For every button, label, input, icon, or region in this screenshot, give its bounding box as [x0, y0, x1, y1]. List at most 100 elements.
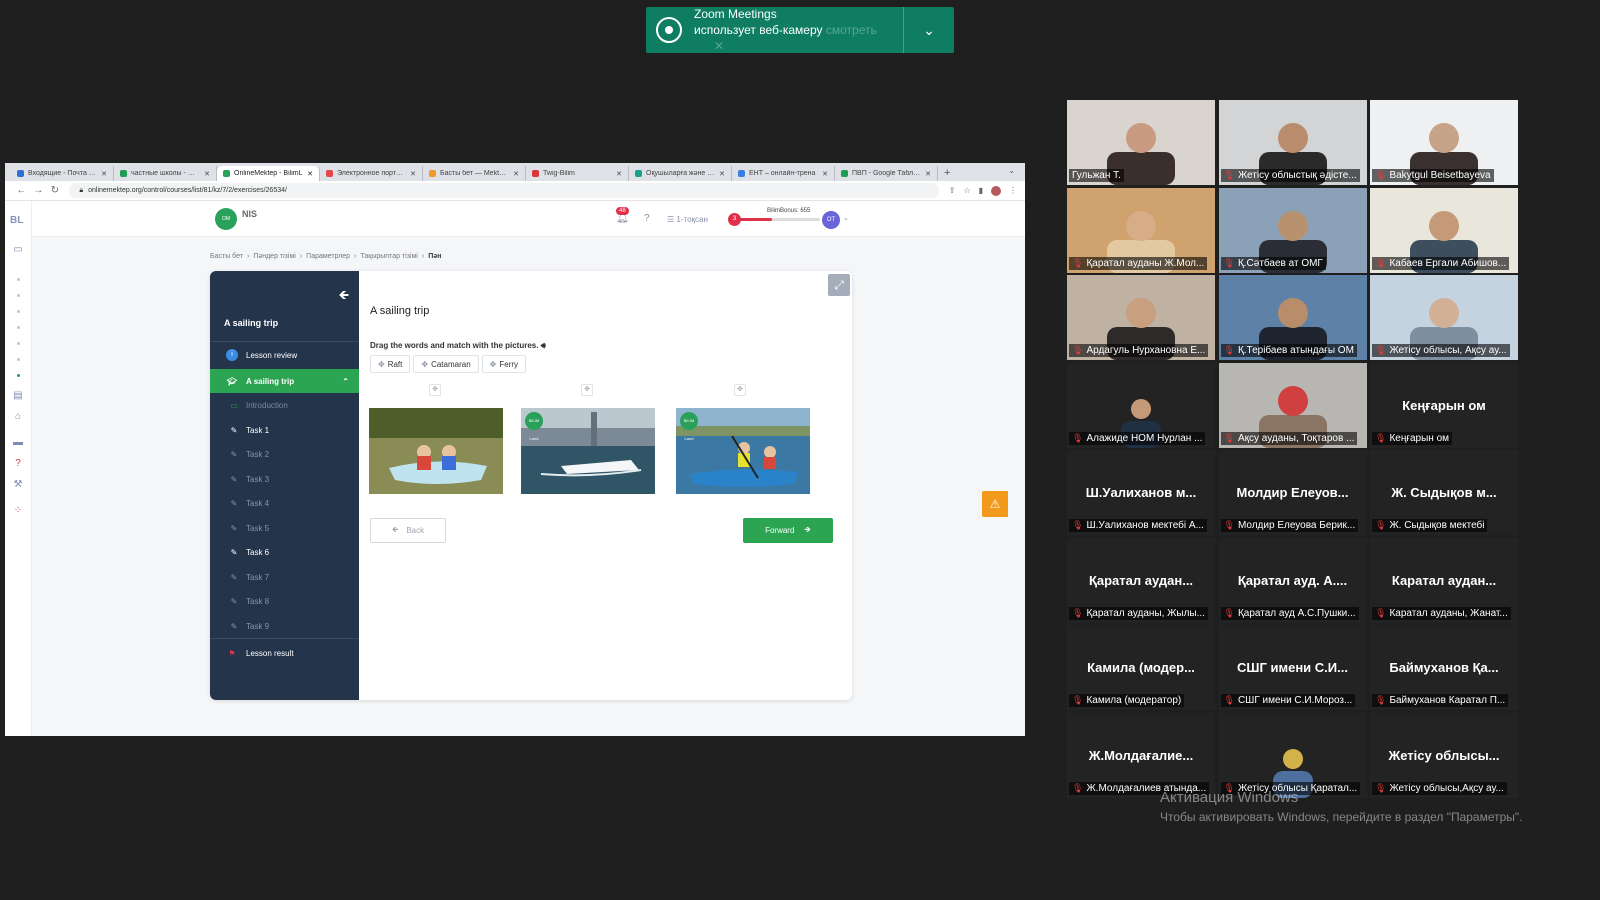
- participant-tile[interactable]: Қаратал аудан... 🎙︎ Қаратал ауданы, Жылы..…: [1067, 537, 1215, 623]
- browser-tab[interactable]: Басты бет — Mektep.k ✕: [423, 166, 526, 181]
- back-arrow-icon[interactable]: 🡸: [338, 286, 349, 308]
- draggable-word[interactable]: ✥ Ferry: [481, 355, 527, 373]
- share-icon[interactable]: ⇪: [949, 186, 956, 195]
- tools-icon[interactable]: ⚒: [12, 480, 24, 490]
- quarter-label: 1-тоқсан: [676, 215, 708, 224]
- participant-display-name: СШГ имени С.И...: [1237, 660, 1348, 675]
- warning-icon[interactable]: ⚠: [982, 491, 1008, 517]
- sidebar-item-task[interactable]: ✎ Task 8: [210, 590, 359, 614]
- participant-tile[interactable]: 🎙︎ Bakytgul Beisetbayeva: [1370, 100, 1518, 185]
- tab-close-icon[interactable]: ✕: [204, 170, 210, 178]
- forward-button[interactable]: Forward 🡺: [743, 518, 833, 543]
- forward-arrow-icon[interactable]: →: [30, 185, 47, 196]
- participant-tile[interactable]: Камила (модер... 🎙︎ Камила (модератор): [1067, 625, 1215, 710]
- reload-icon[interactable]: ↻: [47, 185, 64, 196]
- browser-tab[interactable]: OnlineMektep - BilimL ✕: [217, 166, 320, 181]
- fullscreen-icon[interactable]: ⤢: [828, 274, 850, 296]
- browser-tab[interactable]: Электронное портфолио ✕: [320, 166, 423, 181]
- browser-tab[interactable]: ЕНТ – онлайн-трена ✕: [732, 166, 835, 181]
- participant-tile[interactable]: 🎙︎ Ақсу ауданы, Тоқтаров ...: [1218, 362, 1367, 448]
- sidebar-item-task[interactable]: ✎ Task 3: [210, 467, 359, 491]
- draggable-word[interactable]: ✥ Catamaran: [413, 355, 479, 373]
- participant-tile[interactable]: Жетісу облысы... 🎙︎ Жетісу облысы,Ақсу ау.…: [1370, 712, 1518, 798]
- chevron-down-icon[interactable]: ⌄: [904, 22, 954, 39]
- breadcrumb-item[interactable]: Пәндер тізімі: [253, 253, 296, 260]
- apps-icon[interactable]: ⁘: [12, 506, 24, 516]
- webcam-notification[interactable]: Zoom Meetings использует веб-камеру смот…: [646, 7, 954, 53]
- tab-close-icon[interactable]: ✕: [719, 170, 725, 178]
- participant-tile[interactable]: 🎙︎ Кабаев Ергали Абишов...: [1370, 187, 1518, 273]
- monitor-icon[interactable]: ▭: [12, 245, 24, 255]
- browser-tab[interactable]: ПВП - Google Таблицы ✕: [835, 166, 938, 181]
- help-icon[interactable]: ?: [12, 459, 24, 469]
- participant-tile[interactable]: Қаратал ауд. А.... 🎙︎ Қаратал ауд А.С.Пушк…: [1218, 537, 1367, 623]
- participant-tile[interactable]: Ж. Сыдықов м... 🎙︎ Ж. Сыдықов мектебі: [1370, 450, 1518, 535]
- breadcrumb-item[interactable]: Тақырыптар тізімі: [360, 253, 417, 260]
- browser-tab[interactable]: Twig-Bilim ✕: [526, 166, 629, 181]
- menu-kebab-icon[interactable]: ⋮: [1009, 186, 1017, 195]
- sidebar-item-task[interactable]: ✎ Task 2: [210, 443, 359, 467]
- sidebar-item-task[interactable]: ✎ Task 6: [210, 541, 359, 565]
- report-icon[interactable]: ▤: [12, 391, 24, 401]
- participant-tile[interactable]: 🎙︎ Қаратал ауданы Ж.Мол...: [1067, 187, 1215, 273]
- sidebar-item-task[interactable]: ✎ Task 5: [210, 516, 359, 540]
- drop-target-3[interactable]: ✥: [734, 384, 746, 396]
- participant-tile[interactable]: Каратал аудан... 🎙︎ Каратал ауданы, Жанат.…: [1370, 537, 1518, 623]
- browser-tab[interactable]: Входящие - Почта Mail ✕: [11, 166, 114, 181]
- participant-tile[interactable]: Баймуханов Қа... 🎙︎ Баймуханов Каратал П..…: [1370, 625, 1518, 710]
- sidebar-item-task[interactable]: ✎ Task 1: [210, 418, 359, 442]
- participant-tile[interactable]: Ш.Уалиханов м... 🎙︎ Ш.Уалиханов мектебі А.…: [1067, 450, 1215, 535]
- tab-close-icon[interactable]: ✕: [101, 170, 107, 178]
- participant-tile[interactable]: Гульжан Т.: [1067, 100, 1215, 185]
- participant-tile[interactable]: Ж.Молдағалие... 🎙︎ Ж.Молдағалиев атында...: [1067, 712, 1215, 798]
- breadcrumb-item[interactable]: Басты бет: [210, 253, 243, 260]
- sidebar-item-task[interactable]: ✎ Task 4: [210, 492, 359, 516]
- participant-tile[interactable]: 🎙︎ Жетісу облысы Қаратал...: [1218, 712, 1367, 798]
- participant-tile[interactable]: 🎙︎ Қ.Сәтбаев ат ОМГ: [1218, 187, 1367, 273]
- star-icon[interactable]: ☆: [963, 186, 970, 195]
- participant-tile[interactable]: 🎙︎ Қ.Терібаев атындағы ОМ: [1218, 275, 1367, 360]
- tab-close-icon[interactable]: ✕: [822, 170, 828, 178]
- sidebar-section-sailing-trip[interactable]: 🎓︎ A sailing trip ⌃: [210, 369, 359, 393]
- tab-search-icon[interactable]: ⌄: [1008, 166, 1015, 175]
- participant-tile[interactable]: 🎙︎ Алажиде НОМ Нурлан ...: [1067, 362, 1215, 448]
- chevron-down-icon[interactable]: ⌄: [843, 214, 849, 222]
- participant-tile[interactable]: 🎙︎ Жетісу облысы, Ақсу ау...: [1370, 275, 1518, 360]
- sidebar-item-task[interactable]: ✎ Task 9: [210, 614, 359, 638]
- speaker-icon[interactable]: 🔊︎: [541, 341, 546, 350]
- tab-close-icon[interactable]: ✕: [410, 170, 416, 178]
- tab-close-icon[interactable]: ✕: [925, 170, 931, 178]
- url-input[interactable]: 🔒︎ onlinemektep.org/control/courses/list…: [69, 183, 939, 198]
- participant-tile[interactable]: Молдир Елеуов... 🎙︎ Молдир Елеуова Берик..…: [1218, 450, 1367, 535]
- card-icon[interactable]: ▬: [12, 438, 24, 448]
- breadcrumb-item[interactable]: Параметрлер: [306, 253, 350, 260]
- participant-name: Bakytgul Beisetbayeva: [1389, 170, 1491, 181]
- sidebar-item-lesson-review[interactable]: i Lesson review: [210, 343, 359, 367]
- new-tab-icon[interactable]: +: [944, 166, 950, 181]
- sidebar-item-introduction[interactable]: ▭ Introduction: [210, 393, 359, 417]
- back-arrow-icon[interactable]: ←: [13, 185, 30, 196]
- tab-close-icon[interactable]: ✕: [513, 170, 519, 178]
- tab-close-icon[interactable]: ✕: [307, 170, 313, 178]
- dismiss-icon[interactable]: ✕: [714, 39, 724, 53]
- profile-icon[interactable]: [991, 185, 1002, 196]
- participant-tile[interactable]: СШГ имени С.И... 🎙︎ СШГ имени С.И.Мороз...: [1218, 625, 1367, 710]
- draggable-word[interactable]: ✥ Raft: [370, 355, 411, 373]
- tab-close-icon[interactable]: ✕: [616, 170, 622, 178]
- sidebar-item-lesson-result[interactable]: ⚑ Lesson result: [210, 641, 359, 665]
- back-button[interactable]: 🡸 Back: [370, 518, 446, 543]
- sidebar-icon[interactable]: ▮: [979, 186, 983, 195]
- participant-tile[interactable]: 🎙︎ Ардагуль Нурхановна Е...: [1067, 275, 1215, 360]
- bank-icon[interactable]: ⌂: [12, 412, 24, 422]
- participant-tile[interactable]: Кеңғарын ом 🎙︎ Кеңғарын ом: [1370, 362, 1518, 448]
- question-icon[interactable]: ?: [644, 213, 650, 224]
- sidebar-item-task[interactable]: ✎ Task 7: [210, 565, 359, 589]
- participant-tile[interactable]: 🎙︎ Жетісу облыстық әдісте...: [1218, 100, 1367, 185]
- drop-target-2[interactable]: ✥: [581, 384, 593, 396]
- drop-target-1[interactable]: ✥: [429, 384, 441, 396]
- onlinemektep-logo[interactable]: OM: [215, 208, 237, 230]
- quarter-selector[interactable]: ☰ 1-тоқсан: [667, 215, 708, 224]
- avatar[interactable]: ОТ: [822, 211, 840, 229]
- browser-tab[interactable]: Оқушыларға және студ ✕: [629, 166, 732, 181]
- browser-tab[interactable]: частные школы - Google✕: [114, 166, 217, 181]
